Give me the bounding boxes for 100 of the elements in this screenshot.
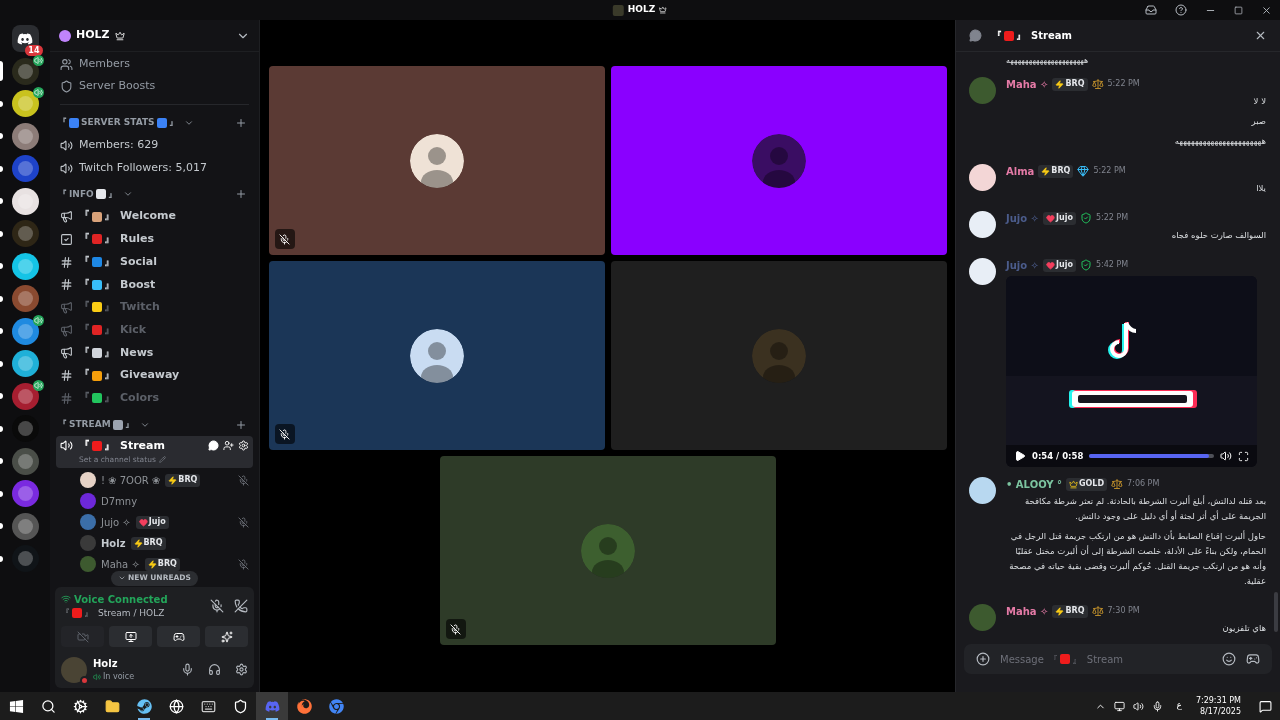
author-name[interactable]: • ALOOY ° (1006, 476, 1062, 492)
nav-item[interactable]: Members (56, 53, 253, 75)
channel-item[interactable]: 『 』 Giveaway (56, 364, 253, 387)
server-icon[interactable] (11, 317, 39, 345)
server-header[interactable]: HOLZ (50, 20, 259, 52)
clock[interactable]: 7:29:31 PM 8/17/2025 (1195, 695, 1241, 717)
server-icon[interactable] (11, 122, 39, 150)
message-text: ههههههههههههههههههههههه (1173, 135, 1266, 148)
channel-item[interactable]: 『 』 Social (56, 250, 253, 274)
channel-item[interactable]: Twitch Followers: 5,017 (56, 156, 253, 180)
volume-icon[interactable] (1220, 450, 1232, 462)
timestamp: 5:42 PM (1095, 259, 1129, 271)
speaker-icon (33, 54, 44, 66)
channel-name: Twitch (120, 299, 160, 316)
help-icon[interactable] (1175, 4, 1187, 16)
soundboard-button[interactable] (205, 626, 248, 647)
role-name: BRQ (157, 558, 177, 571)
nav-item[interactable]: Server Boosts (56, 75, 253, 97)
channel-item[interactable]: 『 』 News (56, 341, 253, 365)
megaphone-icon (60, 323, 73, 337)
server-icon[interactable] (11, 350, 39, 377)
pencil-icon (158, 456, 166, 464)
author-name[interactable]: Alma (1006, 163, 1035, 179)
headphones-icon[interactable] (208, 663, 221, 676)
close-icon[interactable] (1254, 29, 1267, 42)
server-icon[interactable] (11, 252, 39, 280)
channel-name: Kick (120, 321, 147, 338)
channel-item[interactable]: 『 』 Welcome (56, 205, 253, 229)
user-avatar (61, 656, 87, 683)
shield-icon (60, 79, 73, 93)
server-icon[interactable] (11, 57, 39, 85)
noise-suppression-icon[interactable] (210, 598, 224, 613)
user-avatar (969, 604, 996, 631)
voice-member[interactable]: ! ❀ 7OOR ❀ BRQ (80, 469, 253, 491)
channel-item[interactable]: 『 』 Rules (56, 228, 253, 251)
settings-icon[interactable] (235, 663, 248, 676)
server-icon[interactable] (11, 187, 39, 215)
voice-member[interactable]: Holz BRQ (80, 532, 253, 554)
hash-icon (60, 391, 73, 405)
video-tile[interactable] (439, 456, 776, 645)
video-tile[interactable] (610, 66, 947, 255)
play-icon[interactable] (1014, 450, 1026, 462)
microphone-icon[interactable] (181, 663, 194, 676)
channel-name: Boost (120, 276, 156, 293)
message-text: هاي تلفزيون (1221, 622, 1266, 635)
message-text: هههههههههههههههههههههه (1006, 55, 1089, 67)
maximize-icon[interactable] (1234, 5, 1243, 15)
share-screen-button[interactable] (109, 626, 152, 647)
inbox-icon[interactable] (1145, 4, 1157, 16)
add-icon[interactable] (235, 117, 247, 129)
channel-item[interactable]: 『 』 Boost (56, 273, 253, 297)
microphone-icon[interactable] (1151, 700, 1163, 712)
category-name[interactable]: INFO (69, 187, 94, 202)
role-name: BRQ (1065, 78, 1085, 90)
bracket-text: 』 (104, 344, 115, 361)
author-name[interactable]: Maha ✧ (1006, 603, 1049, 619)
signal-icon (61, 594, 71, 604)
network-icon[interactable] (1113, 700, 1125, 712)
bracket-text: 』 (104, 276, 115, 293)
add-icon[interactable] (976, 652, 990, 666)
chat-icon (969, 29, 982, 42)
gamepad-icon[interactable] (1246, 652, 1260, 666)
chrome-icon (328, 698, 344, 714)
disconnect-icon[interactable] (234, 598, 248, 613)
channel-item[interactable]: Members: 629 (56, 134, 253, 157)
bracket-text: 』 (107, 187, 117, 201)
activity-button[interactable] (157, 626, 200, 647)
bracket-text: 『 (1047, 652, 1058, 667)
server-icon[interactable] (11, 382, 39, 410)
bracket-text: 『 (79, 437, 90, 454)
bracket-text: 『 (79, 321, 90, 338)
author-name[interactable]: Maha ✧ (1006, 76, 1049, 92)
server-name: HOLZ (76, 27, 110, 44)
video-tile[interactable] (268, 261, 605, 450)
member-name: Holz (101, 536, 126, 551)
speaker-icon (33, 314, 44, 326)
member-name: Jujo ✧ (101, 515, 131, 530)
bracket-text: 『 (79, 253, 90, 270)
emoji-icon[interactable] (1222, 652, 1236, 666)
language-indicator[interactable]: ع (1176, 699, 1182, 713)
add-icon[interactable] (235, 188, 247, 201)
add-icon[interactable] (235, 418, 247, 431)
notifications-icon[interactable] (1259, 699, 1272, 713)
server-icon[interactable] (11, 90, 39, 117)
category-name[interactable]: STREAM (69, 417, 111, 432)
user-name: Holz (93, 657, 119, 671)
video-tile[interactable] (610, 261, 947, 450)
chat-icon[interactable] (208, 440, 219, 452)
category-name[interactable]: SERVER STATS (81, 116, 155, 130)
fullscreen-icon[interactable] (1238, 450, 1249, 462)
voice-member[interactable]: Jujo ✧ Jujo (80, 511, 253, 533)
volume-icon[interactable] (1132, 700, 1144, 712)
video-tile[interactable] (268, 66, 605, 255)
close-icon[interactable] (1261, 4, 1272, 16)
firefox-icon (296, 698, 312, 714)
channel-name: Welcome (120, 208, 176, 225)
role-name: Jujo (148, 516, 166, 529)
heart-icon (1046, 213, 1055, 223)
invite-icon[interactable] (223, 440, 234, 452)
voice-member[interactable]: D7mny (80, 490, 253, 512)
